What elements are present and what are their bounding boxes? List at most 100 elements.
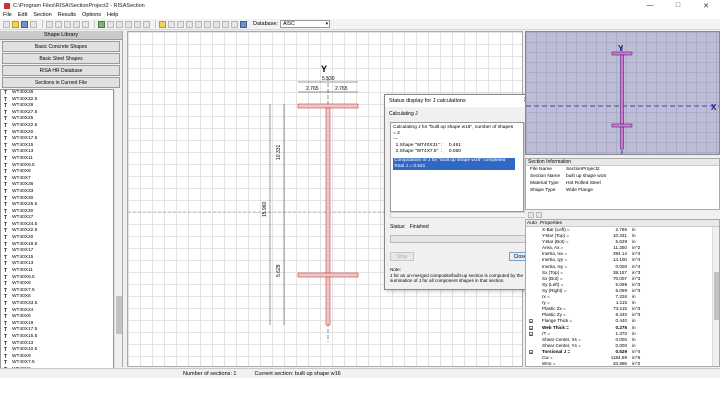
shape-list-item[interactable]: WT40X8 <box>1 169 113 176</box>
shape-list-item[interactable]: WT40X6 <box>1 294 113 301</box>
shape-list-item[interactable]: WT40X8 <box>1 281 113 288</box>
calculation-log[interactable]: Calculating J for "built up shape w16", … <box>390 122 524 212</box>
property-checkbox[interactable]: x <box>529 319 533 324</box>
y-axis-label: Y <box>321 64 327 74</box>
menu-results[interactable]: Results <box>58 12 76 18</box>
close-button[interactable]: ✕ <box>692 2 720 10</box>
grid-icon[interactable] <box>159 20 166 28</box>
shape-list-item[interactable]: WT40X17 <box>1 248 113 255</box>
zoom-fit-icon[interactable] <box>186 20 193 28</box>
shape-list-item[interactable]: WT40X26.5 <box>1 202 113 209</box>
dimension-icon[interactable] <box>204 20 211 28</box>
properties-icon[interactable] <box>231 20 238 28</box>
sort-icon[interactable] <box>528 212 534 218</box>
properties-scrollbar[interactable] <box>712 227 719 366</box>
shape-list[interactable]: WT40X36WT40X32.5WT40X29WT40X27.5WT40X25W… <box>0 89 114 400</box>
menu-edit[interactable]: Edit <box>18 12 27 18</box>
shape-library-header: Shape Library <box>0 31 122 40</box>
basic-steel-shapes-button[interactable]: Basic Steel Shapes <box>2 53 120 64</box>
shape-list-item[interactable]: WT40X33.5 <box>1 301 113 308</box>
dim-half-left: 2.765 <box>306 86 319 92</box>
redo-icon[interactable] <box>82 20 89 28</box>
report-icon[interactable] <box>143 20 150 28</box>
progress-bar <box>390 235 530 243</box>
open-folder-icon[interactable] <box>12 20 19 28</box>
shape-list-item[interactable]: WT40X13 <box>1 149 113 156</box>
middle-flange[interactable] <box>297 272 359 278</box>
shape-list-item[interactable]: WT40X10.5 <box>1 347 113 354</box>
shape-list-item[interactable]: WT40X7.5 <box>1 360 113 367</box>
status-bar: Number of sections: 1 Current section: b… <box>0 368 720 378</box>
sections-in-current-file-button[interactable]: Sections in Current File <box>2 77 120 88</box>
basic-concrete-shapes-button[interactable]: Basic Concrete Shapes <box>2 41 120 52</box>
property-checkbox[interactable]: x <box>529 325 533 330</box>
new-file-icon[interactable] <box>3 20 10 28</box>
shape-list-item[interactable]: WT40X36 <box>1 182 113 189</box>
property-name: Wno = <box>542 361 556 367</box>
stop-button[interactable]: Stop <box>390 252 414 261</box>
menu-options[interactable]: Options <box>82 12 101 18</box>
rotate-icon[interactable] <box>107 20 114 28</box>
calculator-icon[interactable] <box>134 20 141 28</box>
info-row: Material Type Hot Rolled Steel <box>526 180 719 187</box>
status-row: Status: Finished <box>390 224 429 230</box>
shape-list-item[interactable]: WT40X11 <box>1 156 113 163</box>
dim-total-width: 5.530 <box>322 76 335 82</box>
dialog-title: Status display for J calculations <box>389 98 466 104</box>
scrollbar-thumb[interactable] <box>116 296 122 334</box>
merge-icon[interactable] <box>125 20 132 28</box>
menu-section[interactable]: Section <box>33 12 51 18</box>
shape-list-item[interactable]: WT40X22.5 <box>1 123 113 130</box>
auto-column-header: Auto <box>527 221 537 226</box>
database-select[interactable]: AISC ▾ <box>280 20 331 28</box>
note-text: J for an un-merged composite/built-up se… <box>390 272 524 284</box>
print-icon[interactable] <box>30 20 37 28</box>
app-icon <box>4 2 10 9</box>
zoom-in-icon[interactable] <box>168 20 175 28</box>
lower-web[interactable] <box>325 276 331 326</box>
copy-icon[interactable] <box>55 20 62 28</box>
menu-file[interactable]: File <box>3 12 12 18</box>
select-icon[interactable] <box>222 20 229 28</box>
shape-list-scrollbar[interactable] <box>114 89 122 400</box>
shape-list-item[interactable]: WT40X11 <box>1 268 113 275</box>
shape-list-item[interactable]: WT40X6 <box>1 314 113 321</box>
pan-icon[interactable] <box>195 20 202 28</box>
shape-list-item[interactable]: WT40X33 <box>1 189 113 196</box>
top-flange[interactable] <box>297 103 359 109</box>
menu-help[interactable]: Help <box>107 12 118 18</box>
section-preview[interactable]: Y X <box>525 31 720 155</box>
mirror-icon[interactable] <box>116 20 123 28</box>
property-checkbox[interactable]: x <box>529 331 533 336</box>
maximize-button[interactable]: □ <box>664 2 692 9</box>
shape-list-item[interactable]: WT40X17.5 <box>1 327 113 334</box>
shape-list-item[interactable]: WT40X20 <box>1 235 113 242</box>
shape-list-item[interactable]: WT40X27 <box>1 215 113 222</box>
zoom-out-icon[interactable] <box>177 20 184 28</box>
minimize-button[interactable]: — <box>636 2 664 9</box>
log-highlight: Computation of J for "built up shape w16… <box>393 158 515 170</box>
cut-icon[interactable] <box>46 20 53 28</box>
save-icon[interactable] <box>21 20 28 28</box>
undo-icon[interactable] <box>73 20 80 28</box>
scrollbar-thumb[interactable] <box>714 272 719 320</box>
section-information: Section Information File Name SectionProj… <box>525 158 720 210</box>
shape-list-item[interactable]: WT40X36 <box>1 90 113 97</box>
help-icon[interactable] <box>240 20 247 28</box>
shape-list-item[interactable]: WT40X29 <box>1 103 113 110</box>
properties-table: Auto Properties X-Bar (Left) = 2.765 in Y-B… <box>525 219 720 367</box>
log-horizontal-scrollbar[interactable] <box>390 212 531 218</box>
snap-icon[interactable] <box>213 20 220 28</box>
shape-list-item[interactable]: WT40X17.5 <box>1 136 113 143</box>
risa-hr-database-button[interactable]: RISA HR Database <box>2 65 120 76</box>
log-line: 2.Shape "WT4X7.5" : 0.060 <box>393 149 461 154</box>
web[interactable] <box>325 107 331 274</box>
number-of-sections: Number of sections: 1 <box>183 370 237 377</box>
shape-list-item[interactable]: WT40X15.5 <box>1 334 113 341</box>
shape-icon[interactable] <box>98 20 105 28</box>
calculating-label: Calculating J <box>389 111 418 117</box>
filter-icon[interactable] <box>536 212 542 218</box>
paste-icon[interactable] <box>64 20 71 28</box>
property-checkbox[interactable]: x <box>529 349 533 354</box>
shape-list-item[interactable]: WT40X25 <box>1 116 113 123</box>
